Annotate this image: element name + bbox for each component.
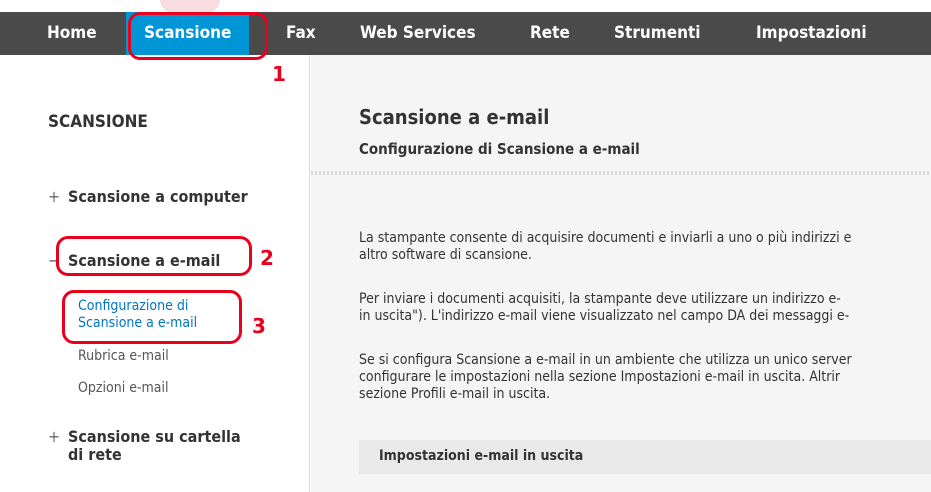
sidebar: SCANSIONE + Scansione a computer − Scansio… <box>0 55 310 492</box>
paragraph-line: sezione Profili e-mail in uscita. <box>359 386 551 402</box>
sender-paragraph: Per inviare i documenti acquisiti, la st… <box>359 291 931 325</box>
page-subtitle: Configurazione di Scansione a e-mail <box>359 140 640 158</box>
paragraph-line: configurare le impostazioni nella sezion… <box>359 369 841 385</box>
section-header-label: Impostazioni e-mail in uscita <box>379 448 584 464</box>
annotation-number-2: 2 <box>260 246 274 270</box>
section-divider <box>311 171 931 175</box>
main-content: Scansione a e-mail Configurazione di Sca… <box>311 55 931 492</box>
sidebar-group-label: Scansione a computer <box>68 187 248 206</box>
sidebar-item-configurazione[interactable]: Configurazione di Scansione a e-mail <box>78 298 197 332</box>
sidebar-group-scan-to-email[interactable]: − Scansione a e-mail <box>48 251 220 270</box>
sidebar-group-label: Scansione su cartella <box>68 427 241 446</box>
paragraph-line: in uscita"). L'indirizzo e-mail viene vi… <box>359 308 850 324</box>
sidebar-group-label-line2: di rete <box>68 445 122 464</box>
paragraph-line: Se si configura Scansione a e-mail in un… <box>359 352 852 368</box>
expand-plus-icon: + <box>48 187 61 206</box>
page-title: Scansione a e-mail <box>359 105 550 129</box>
outgoing-email-section-header[interactable]: Impostazioni e-mail in uscita <box>359 440 931 474</box>
top-navigation: Home Scansione Fax Web Services Rete Str… <box>0 12 931 55</box>
top-strip <box>0 0 931 12</box>
nav-web-services[interactable]: Web Services <box>360 12 476 55</box>
paragraph-line: altro software di scansione. <box>359 247 532 263</box>
nav-impostazioni[interactable]: Impostazioni <box>756 12 867 55</box>
paragraph-line: La stampante consente di acquisire docum… <box>359 230 852 246</box>
sidebar-item-opzioni[interactable]: Opzioni e-mail <box>78 380 169 397</box>
nav-scansione[interactable]: Scansione <box>126 12 250 55</box>
nav-rete[interactable]: Rete <box>530 12 570 55</box>
sidebar-item-label-line2: Scansione a e-mail <box>78 315 198 331</box>
annotation-number-3: 3 <box>252 314 266 338</box>
annotation-number-1: 1 <box>272 62 286 86</box>
sidebar-item-label-line1: Configurazione di <box>78 298 189 314</box>
sidebar-group-scan-to-computer[interactable]: + Scansione a computer <box>48 187 248 206</box>
expand-plus-icon: + <box>48 427 61 446</box>
intro-paragraph: La stampante consente di acquisire docum… <box>359 230 931 264</box>
collapse-minus-icon: − <box>48 251 61 270</box>
nav-strumenti[interactable]: Strumenti <box>614 12 701 55</box>
server-paragraph: Se si configura Scansione a e-mail in un… <box>359 352 931 403</box>
sidebar-title: SCANSIONE <box>48 112 148 132</box>
sidebar-group-label: Scansione a e-mail <box>68 251 221 270</box>
decorative-mark <box>160 0 220 12</box>
nav-fax[interactable]: Fax <box>286 12 316 55</box>
sidebar-item-rubrica[interactable]: Rubrica e-mail <box>78 348 169 365</box>
paragraph-line: Per inviare i documenti acquisiti, la st… <box>359 291 841 307</box>
sidebar-group-scan-to-folder[interactable]: + Scansione su cartella di rete <box>48 428 241 464</box>
nav-home[interactable]: Home <box>47 12 97 55</box>
